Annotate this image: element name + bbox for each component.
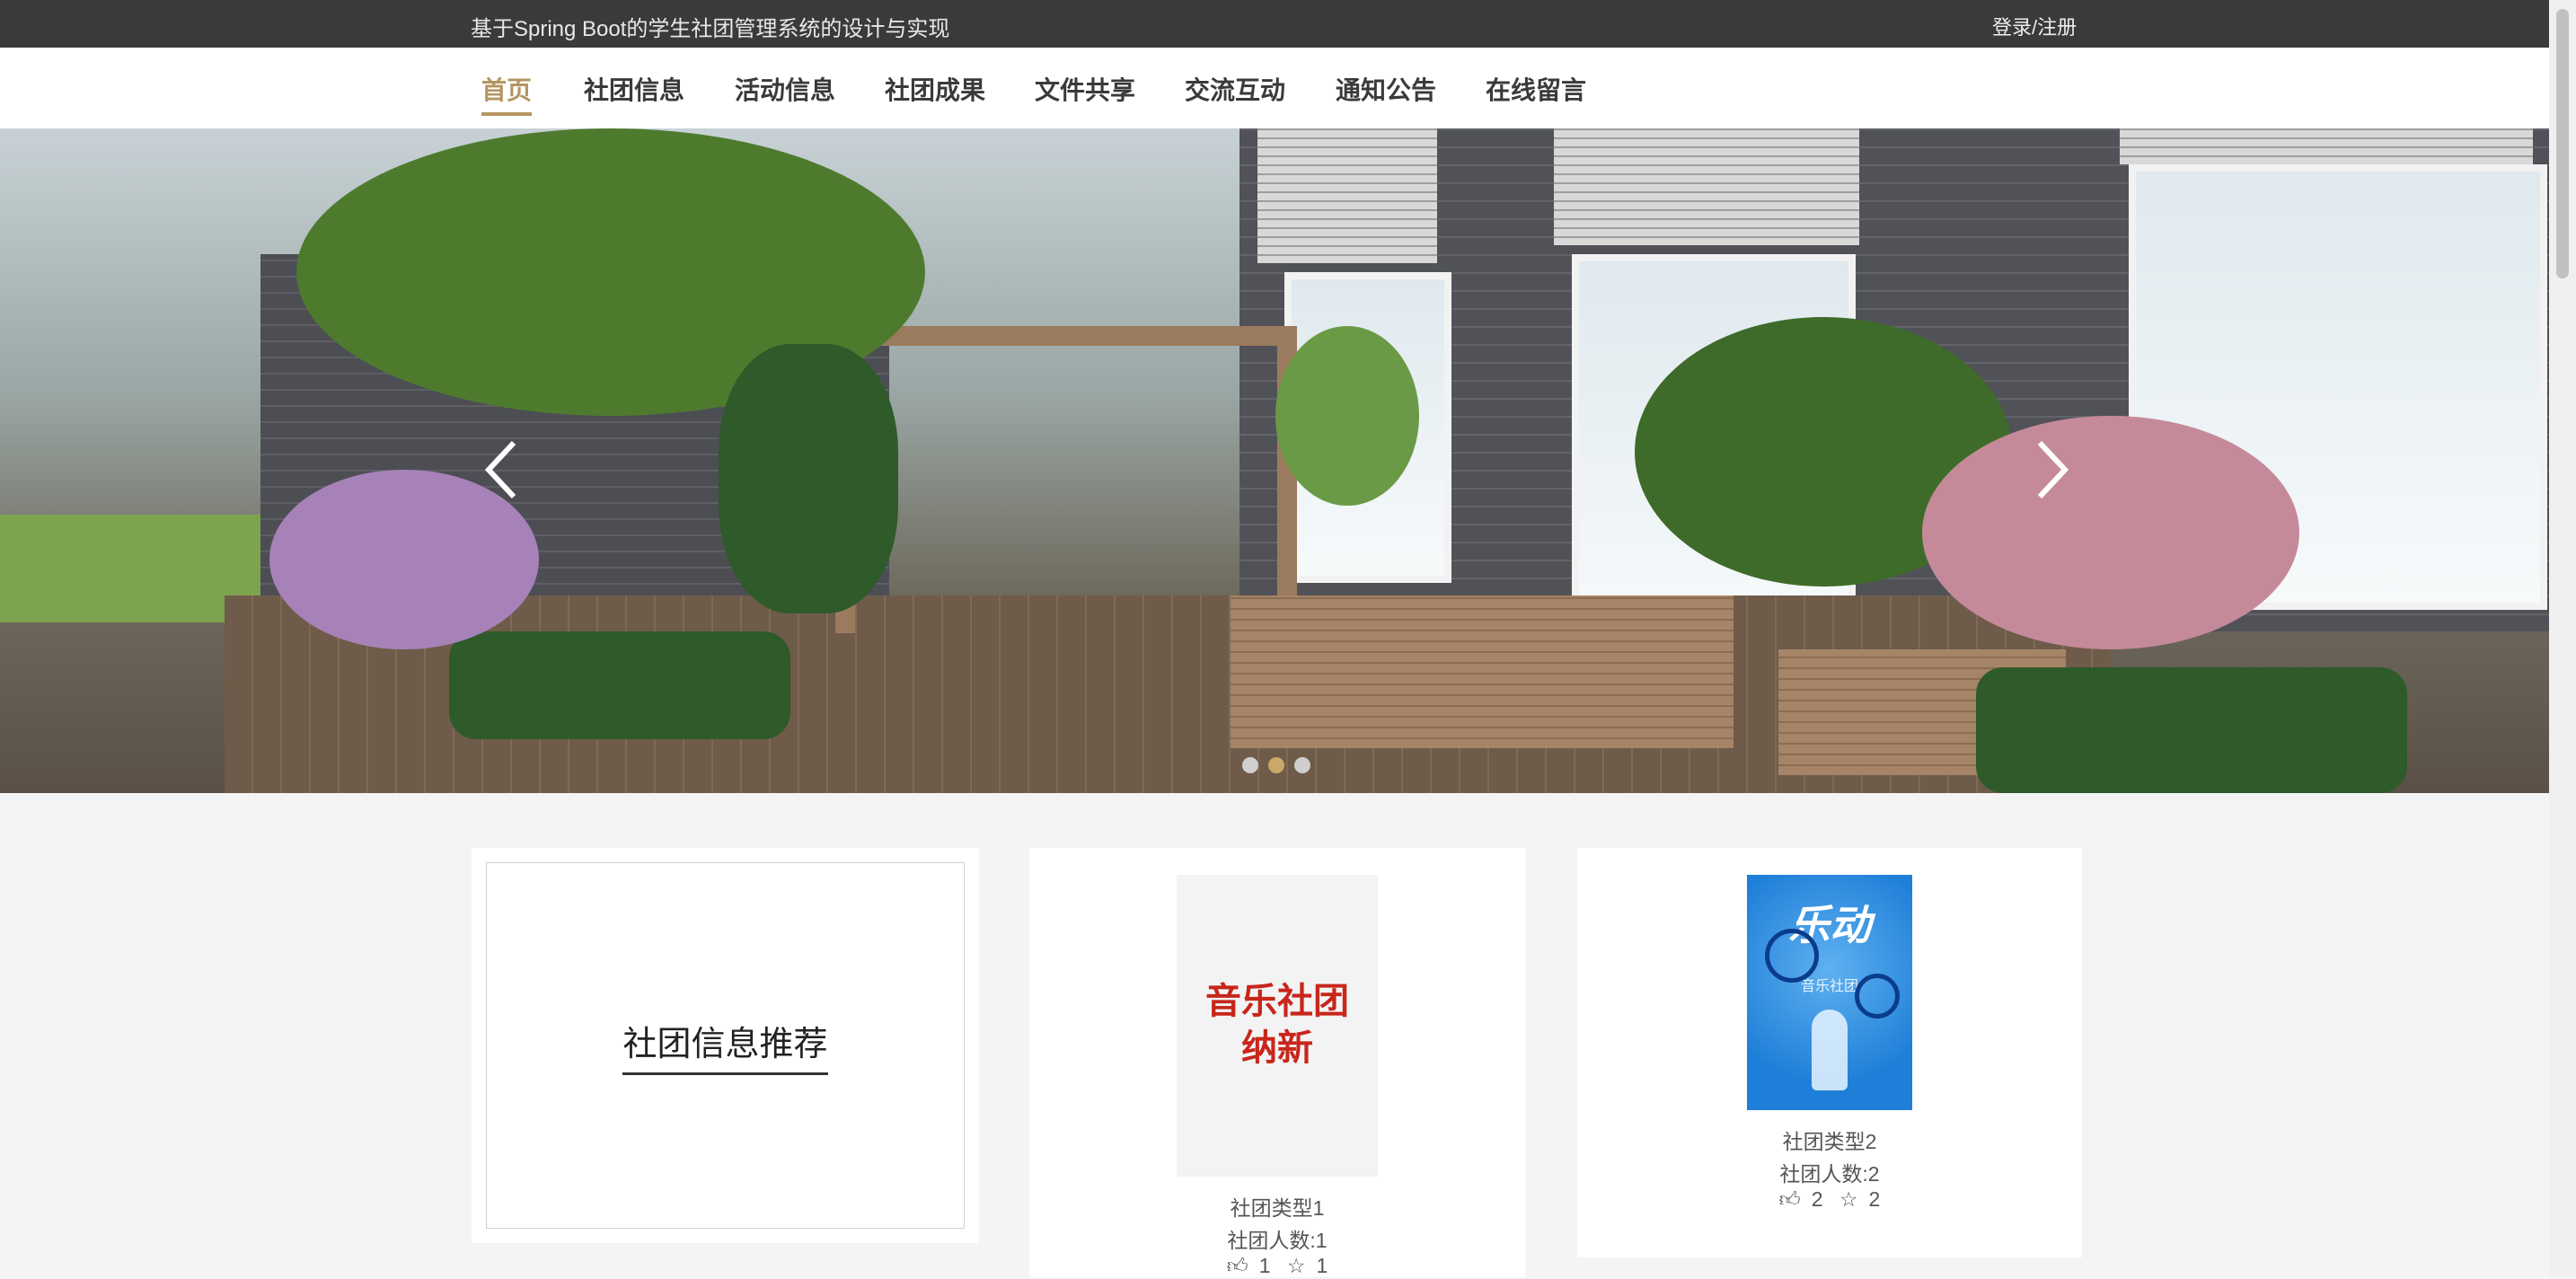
club-type-1: 社团类型1 [1230, 1196, 1325, 1220]
recommend-frame: 社团信息推荐 [486, 862, 965, 1229]
club-stats-1: 👍︎ 1 ☆ 1 [1029, 1254, 1525, 1279]
nav-item-file-share[interactable]: 文件共享 [1035, 71, 1135, 112]
banner-window-blind [1554, 128, 1859, 245]
nav-item-home[interactable]: 首页 [481, 71, 533, 116]
thumbs-up-icon[interactable]: 👍︎ [1227, 1254, 1248, 1277]
nav-item-club-achievements[interactable]: 社团成果 [885, 71, 985, 112]
banner-bench [1231, 595, 1734, 748]
scrollbar-thumb[interactable] [2556, 9, 2569, 278]
club-count-1: 社团人数:1 [1227, 1229, 1328, 1252]
carousel-dot-2[interactable] [1268, 757, 1284, 773]
club-card-1[interactable]: 音乐社团纳新 社团类型1 社团人数:1 👍︎ 1 ☆ 1 [1029, 848, 1525, 1277]
star-icon[interactable]: ☆ [1839, 1187, 1858, 1211]
page-scrollbar[interactable] [2549, 0, 2576, 1277]
banner-tree [1275, 326, 1419, 506]
club-card-2[interactable]: 乐动 音乐社团 社团类型2 社团人数:2 👍︎ 2 ☆ 2 [1577, 848, 2082, 1257]
favorite-count-2: 2 [1868, 1187, 1881, 1211]
top-bar: 基于Spring Boot的学生社团管理系统的设计与实现 登录/注册 [0, 0, 2549, 48]
chevron-right-icon [2037, 440, 2069, 499]
banner-hedge [449, 631, 790, 739]
poster-text-1: 音乐社团纳新 [1205, 980, 1349, 1069]
nav-item-messages[interactable]: 在线留言 [1486, 71, 1586, 112]
chevron-left-icon [484, 440, 516, 499]
carousel-dot-3[interactable] [1294, 757, 1310, 773]
nav-item-notices[interactable]: 通知公告 [1336, 71, 1436, 112]
banner-carousel[interactable] [0, 128, 2549, 793]
banner-pergola [835, 326, 1297, 633]
banner-window-blind [2120, 128, 2533, 164]
banner-window-blind [1257, 128, 1437, 263]
nav-item-activity-info[interactable]: 活动信息 [735, 71, 835, 112]
like-count-1: 1 [1258, 1254, 1271, 1277]
nav-item-interaction[interactable]: 交流互动 [1185, 71, 1285, 112]
poster-guitar-decor [1812, 1010, 1848, 1090]
banner-blossom-tree [1922, 416, 2299, 649]
recommend-title: 社团信息推荐 [622, 1016, 828, 1075]
carousel-next-button[interactable] [2025, 434, 2079, 506]
star-icon[interactable]: ☆ [1287, 1254, 1306, 1277]
like-count-2: 2 [1811, 1187, 1823, 1211]
poster-circle-decor [1855, 974, 1900, 1019]
carousel-prev-button[interactable] [474, 434, 528, 506]
login-register-link[interactable]: 登录/注册 [1992, 12, 2077, 40]
banner-hedge [1976, 667, 2407, 793]
club-stats-2: 👍︎ 2 ☆ 2 [1577, 1187, 2082, 1213]
club-count-2: 社团人数:2 [1779, 1162, 1880, 1186]
carousel-indicators [1242, 757, 1320, 778]
favorite-count-1: 1 [1316, 1254, 1328, 1277]
banner-tree [719, 344, 898, 613]
club-poster-1[interactable]: 音乐社团纳新 [1177, 875, 1378, 1177]
poster-circle-decor [1765, 929, 1819, 983]
carousel-dot-1[interactable] [1242, 757, 1258, 773]
nav-item-club-info[interactable]: 社团信息 [584, 71, 684, 112]
club-poster-2[interactable]: 乐动 音乐社团 [1747, 875, 1912, 1110]
main-nav: 首页 社团信息 活动信息 社团成果 文件共享 交流互动 通知公告 在线留言 [0, 48, 2549, 129]
thumbs-up-icon[interactable]: 👍︎ [1779, 1187, 1801, 1211]
recommend-card: 社团信息推荐 [472, 848, 979, 1243]
site-title: 基于Spring Boot的学生社团管理系统的设计与实现 [471, 17, 950, 41]
club-type-2: 社团类型2 [1782, 1130, 1877, 1153]
